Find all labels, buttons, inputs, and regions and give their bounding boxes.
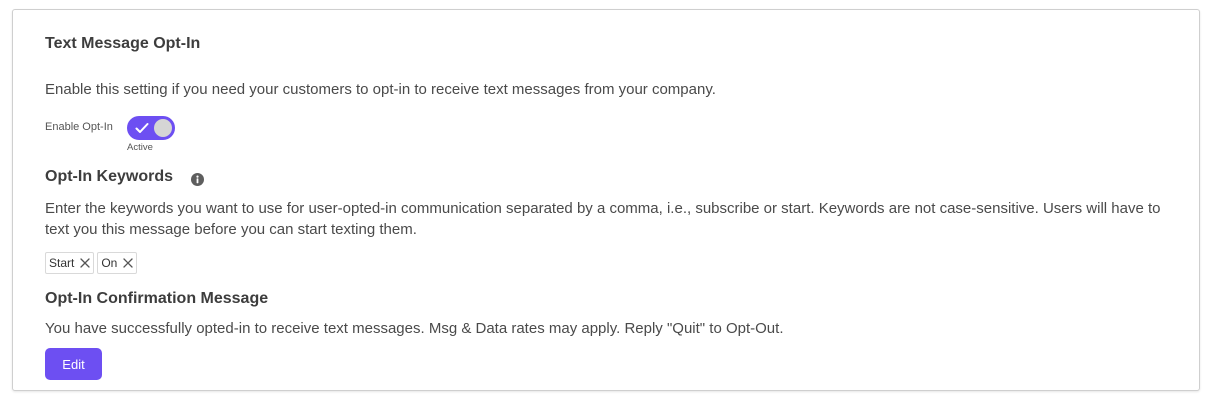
toggle-label: Enable Opt-In [45, 121, 113, 133]
toggle-knob [154, 119, 172, 137]
confirmation-title: Opt-In Confirmation Message [45, 290, 269, 307]
keywords-description: Enter the keywords you want to use for u… [45, 200, 1161, 238]
info-icon[interactable] [191, 173, 204, 186]
keyword-tag: Start [45, 252, 95, 274]
section-title: Text Message Opt-In [45, 35, 201, 52]
edit-button[interactable]: Edit [45, 348, 102, 380]
toggle-status: Active [127, 142, 153, 153]
keywords-title: Opt-In Keywords [45, 168, 174, 185]
checkmark-icon [135, 123, 149, 133]
remove-tag-icon[interactable] [80, 258, 90, 268]
enable-opt-in-toggle[interactable] [127, 116, 175, 140]
confirmation-message: You have successfully opted-in to receiv… [45, 320, 784, 337]
remove-tag-icon[interactable] [123, 258, 134, 268]
opt-in-settings-card: Text Message Opt-In Enable this setting … [12, 9, 1200, 391]
section-description: Enable this setting if you need your cus… [45, 81, 716, 98]
keyword-tag-label: On [101, 256, 118, 270]
keyword-tag-label: Start [49, 256, 75, 270]
keyword-tags: Start On [45, 252, 138, 274]
keyword-tag: On [97, 252, 138, 274]
